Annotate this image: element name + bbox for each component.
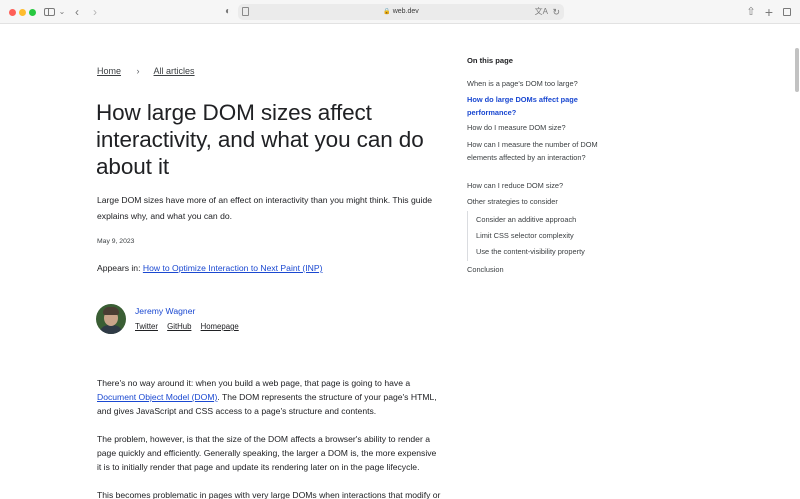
new-tab-button[interactable]: +	[763, 4, 775, 20]
reload-icon[interactable]: ↻	[552, 5, 560, 19]
tab-overview-icon[interactable]	[781, 4, 793, 20]
lock-icon: 🔒	[383, 9, 391, 15]
toc-item-content-visibility[interactable]: Use the content-visibility property	[476, 246, 611, 258]
address-bar[interactable]: 🔒 web.dev ⽂A ↻	[238, 4, 564, 20]
appears-in-link[interactable]: How to Optimize Interaction to Next Pain…	[143, 263, 323, 273]
toc-item-reduce-dom[interactable]: How can I reduce DOM size?	[467, 180, 602, 193]
paragraph-1: There's no way around it: when you build…	[97, 378, 437, 416]
chevron-right-icon: ›	[136, 66, 140, 76]
paragraph-3: This becomes problematic in pages with v…	[97, 490, 441, 499]
breadcrumb: Home › All articles	[97, 65, 195, 77]
author-name-link[interactable]: Jeremy Wagner	[135, 306, 195, 316]
breadcrumb-all-articles-link[interactable]: All articles	[154, 66, 195, 76]
publish-date: May 9, 2023	[97, 238, 135, 245]
page-title: How large DOM sizes affect interactivity…	[96, 100, 424, 179]
maximize-window-button[interactable]	[29, 9, 36, 16]
appears-in-label: Appears in:	[97, 263, 143, 273]
toc-item-measure-dom[interactable]: How do I measure DOM size?	[467, 122, 602, 135]
minimize-window-button[interactable]	[19, 9, 26, 16]
translate-icon[interactable]: ⽂A	[535, 5, 548, 19]
close-window-button[interactable]	[9, 9, 16, 16]
toc-item-additive[interactable]: Consider an additive approach	[476, 214, 611, 226]
toc-item-dom-too-large[interactable]: When is a page's DOM too large?	[467, 78, 602, 91]
toc-item-performance[interactable]: How do large DOMs affect page performanc…	[467, 94, 602, 119]
toc-heading: On this page	[467, 56, 513, 65]
scrollbar[interactable]	[795, 48, 799, 92]
paragraph-2: The problem, however, is that the size o…	[97, 434, 437, 472]
author-github-link[interactable]: GitHub	[167, 322, 191, 331]
avatar	[96, 304, 126, 334]
share-icon[interactable]: ⇧	[745, 4, 757, 20]
appears-in: Appears in: How to Optimize Interaction …	[97, 263, 322, 273]
author-twitter-link[interactable]: Twitter	[135, 322, 158, 331]
toc-item-conclusion[interactable]: Conclusion	[467, 264, 602, 277]
author-homepage-link[interactable]: Homepage	[201, 322, 239, 331]
toc-item-measure-elements[interactable]: How can I measure the number of DOM elem…	[467, 139, 602, 164]
article-intro: Large DOM sizes have more of an effect o…	[97, 195, 433, 221]
author-links: Twitter GitHub Homepage	[135, 322, 246, 331]
back-button[interactable]: ‹	[72, 4, 82, 20]
toc-nesting-line	[467, 211, 468, 261]
chevron-down-icon[interactable]: ⌄	[58, 4, 66, 20]
url-text: web.dev	[392, 8, 419, 15]
toc-item-other-strategies[interactable]: Other strategies to consider	[467, 196, 602, 209]
breadcrumb-home-link[interactable]: Home	[97, 66, 121, 76]
privacy-shield-icon[interactable]: ◐	[223, 4, 233, 20]
forward-button[interactable]: ›	[90, 4, 100, 20]
dom-link[interactable]: Document Object Model (DOM)	[97, 392, 217, 402]
sidebar-toggle-icon[interactable]	[44, 4, 56, 20]
browser-toolbar: ⌄ ‹ › ◐ 🔒 web.dev ⽂A ↻ ⇧ +	[0, 0, 800, 24]
toc-item-css-selector[interactable]: Limit CSS selector complexity	[476, 230, 611, 242]
